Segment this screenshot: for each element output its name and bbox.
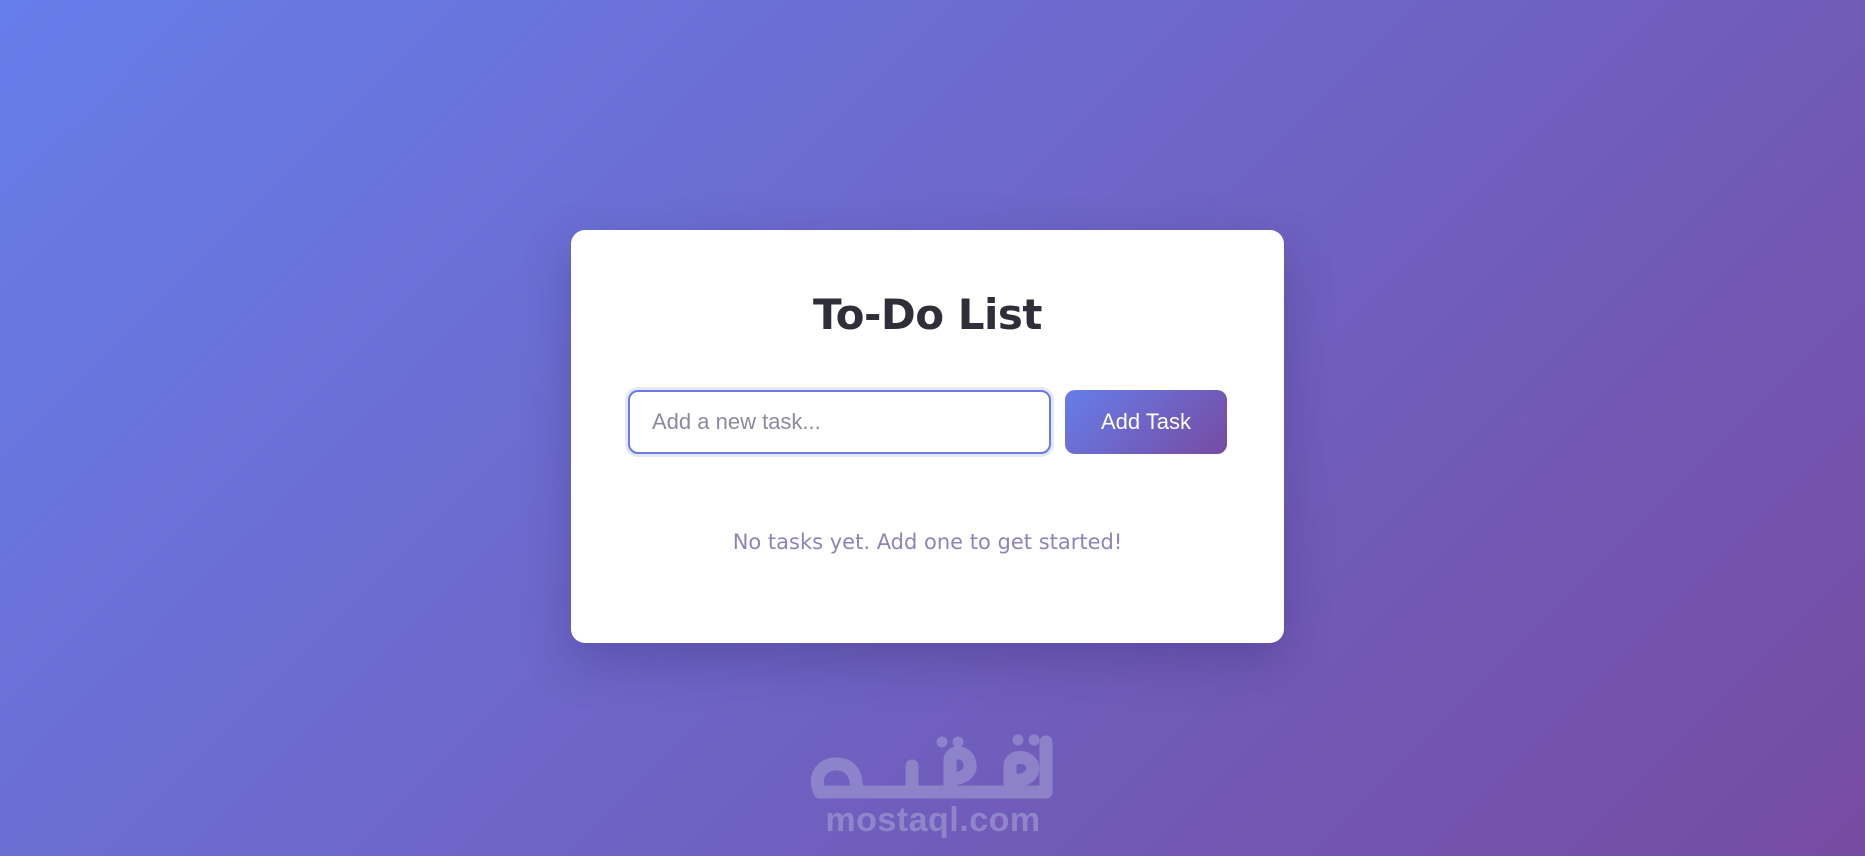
add-task-button[interactable]: Add Task bbox=[1065, 390, 1227, 454]
todo-card: To-Do List Add Task No tasks yet. Add on… bbox=[571, 230, 1284, 643]
mostaql-logo bbox=[810, 734, 1053, 799]
new-task-input[interactable] bbox=[628, 390, 1051, 454]
page-title: To-Do List bbox=[813, 290, 1042, 339]
watermark-site-text: mostaql.com bbox=[825, 801, 1041, 839]
mostaql-watermark: mostaql.com bbox=[800, 730, 1066, 840]
empty-state-message: No tasks yet. Add one to get started! bbox=[732, 530, 1123, 554]
page-background: { "app": { "title": "To-Do List" }, "tas… bbox=[0, 0, 1865, 856]
